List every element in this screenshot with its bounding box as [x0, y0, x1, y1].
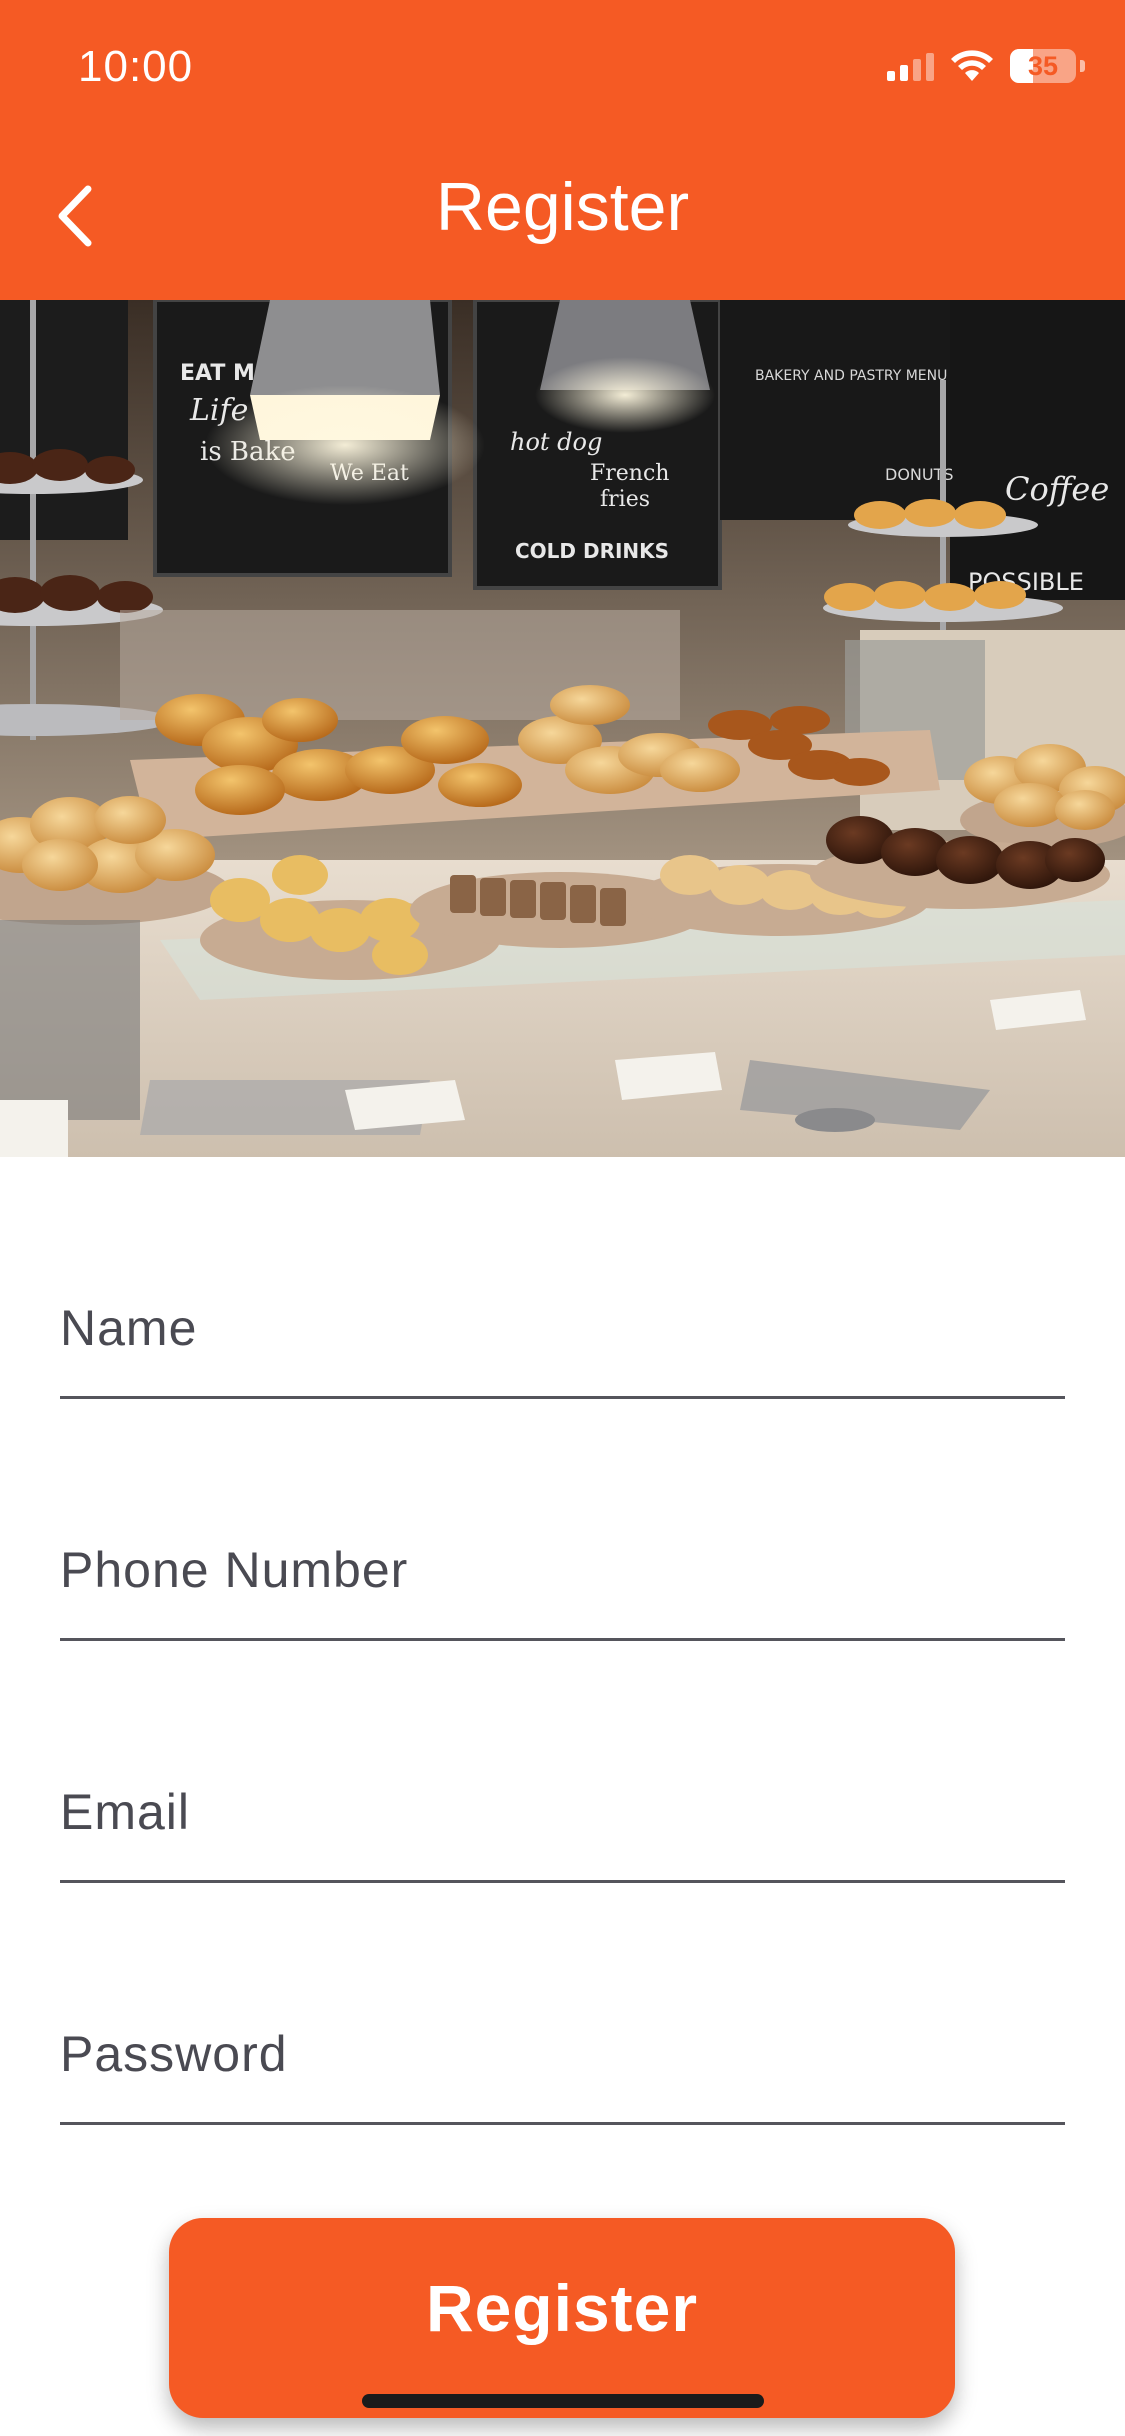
app-header: 10:00 35 Register	[0, 0, 1125, 300]
phone-number-input[interactable]	[60, 1531, 1065, 1641]
phone-field-row	[60, 1399, 1065, 1641]
register-screen: 10:00 35 Register Life EAT Meet hot dog …	[0, 0, 1125, 2436]
battery-percentage: 35	[1027, 50, 1059, 81]
battery-icon: 35	[1010, 49, 1076, 83]
status-icons: 35	[887, 46, 1085, 86]
name-input[interactable]	[60, 1289, 1065, 1399]
email-input[interactable]	[60, 1773, 1065, 1883]
password-field-row	[60, 1883, 1065, 2125]
cellular-signal-icon	[887, 51, 934, 81]
svg-text:hot dog: hot dog	[510, 428, 602, 456]
svg-text:COLD DRINKS: COLD DRINKS	[515, 539, 669, 563]
battery-cap	[1080, 60, 1085, 72]
page-title: Register	[435, 169, 690, 245]
status-time: 10:00	[78, 42, 194, 91]
svg-text:French: French	[590, 461, 669, 486]
home-indicator[interactable]	[362, 2394, 764, 2408]
bakery-hero-image: Life is Bake EAT Meet We Eat hot dog Fre…	[0, 300, 1125, 1157]
register-form	[60, 1157, 1065, 2125]
svg-text:Coffee: Coffee	[1005, 470, 1109, 508]
svg-text:fries: fries	[600, 487, 650, 512]
email-field-row	[60, 1641, 1065, 1883]
svg-text:BAKERY AND PASTRY MENU: BAKERY AND PASTRY MENU	[755, 368, 947, 384]
password-input[interactable]	[60, 2015, 1065, 2125]
wifi-icon	[951, 50, 993, 81]
register-button[interactable]: Register	[169, 2218, 955, 2418]
name-field-row	[60, 1157, 1065, 1399]
bakery-buffet-photo: Life is Bake EAT Meet We Eat hot dog Fre…	[0, 300, 1125, 1157]
